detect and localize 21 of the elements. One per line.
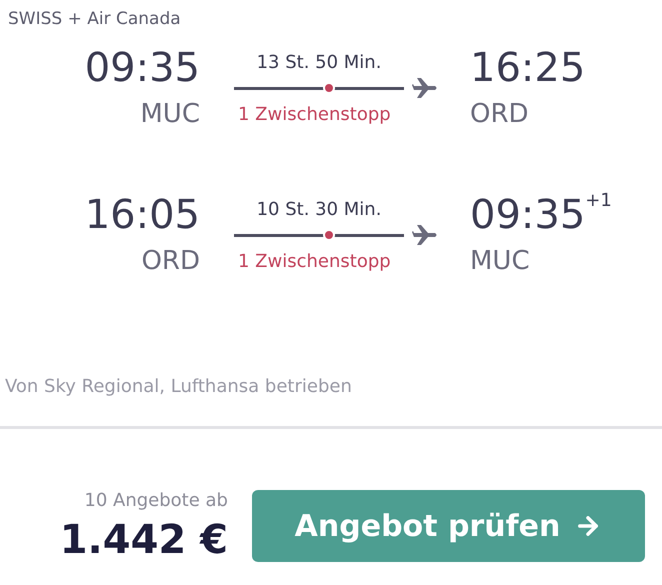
offers-count: 10 Angebote ab bbox=[84, 489, 228, 513]
departure-time: 09:35 bbox=[84, 44, 200, 93]
stop-dot bbox=[323, 228, 335, 240]
arrival-airport: ORD bbox=[470, 98, 529, 131]
stops-label: 1 Zwischenstopp bbox=[238, 103, 391, 127]
flight-duration: 10 St. 30 Min. bbox=[256, 198, 382, 222]
departure-time: 16:05 bbox=[84, 191, 200, 240]
price: 1.442 € bbox=[60, 516, 228, 565]
arrival-time: 09:35$^{+1}$ bbox=[470, 189, 612, 240]
departure-airport: ORD bbox=[141, 245, 200, 278]
airline-names: SWISS + Air Canada bbox=[7, 8, 182, 31]
stops-label: 1 Zwischenstopp bbox=[238, 250, 391, 274]
arrival-time: 16:25 bbox=[470, 44, 586, 93]
airplane-icon bbox=[412, 78, 438, 98]
arrival-airport: MUC bbox=[470, 245, 530, 278]
operator-note: Von Sky Regional, Lufthansa betrieben bbox=[4, 375, 353, 399]
airplane-icon bbox=[412, 225, 438, 245]
stop-dot bbox=[323, 82, 335, 94]
check-offer-button[interactable]: Angebot prüfen bbox=[252, 490, 645, 562]
flight-duration: 13 St. 50 Min. bbox=[256, 51, 382, 75]
departure-airport: MUC bbox=[140, 98, 200, 131]
